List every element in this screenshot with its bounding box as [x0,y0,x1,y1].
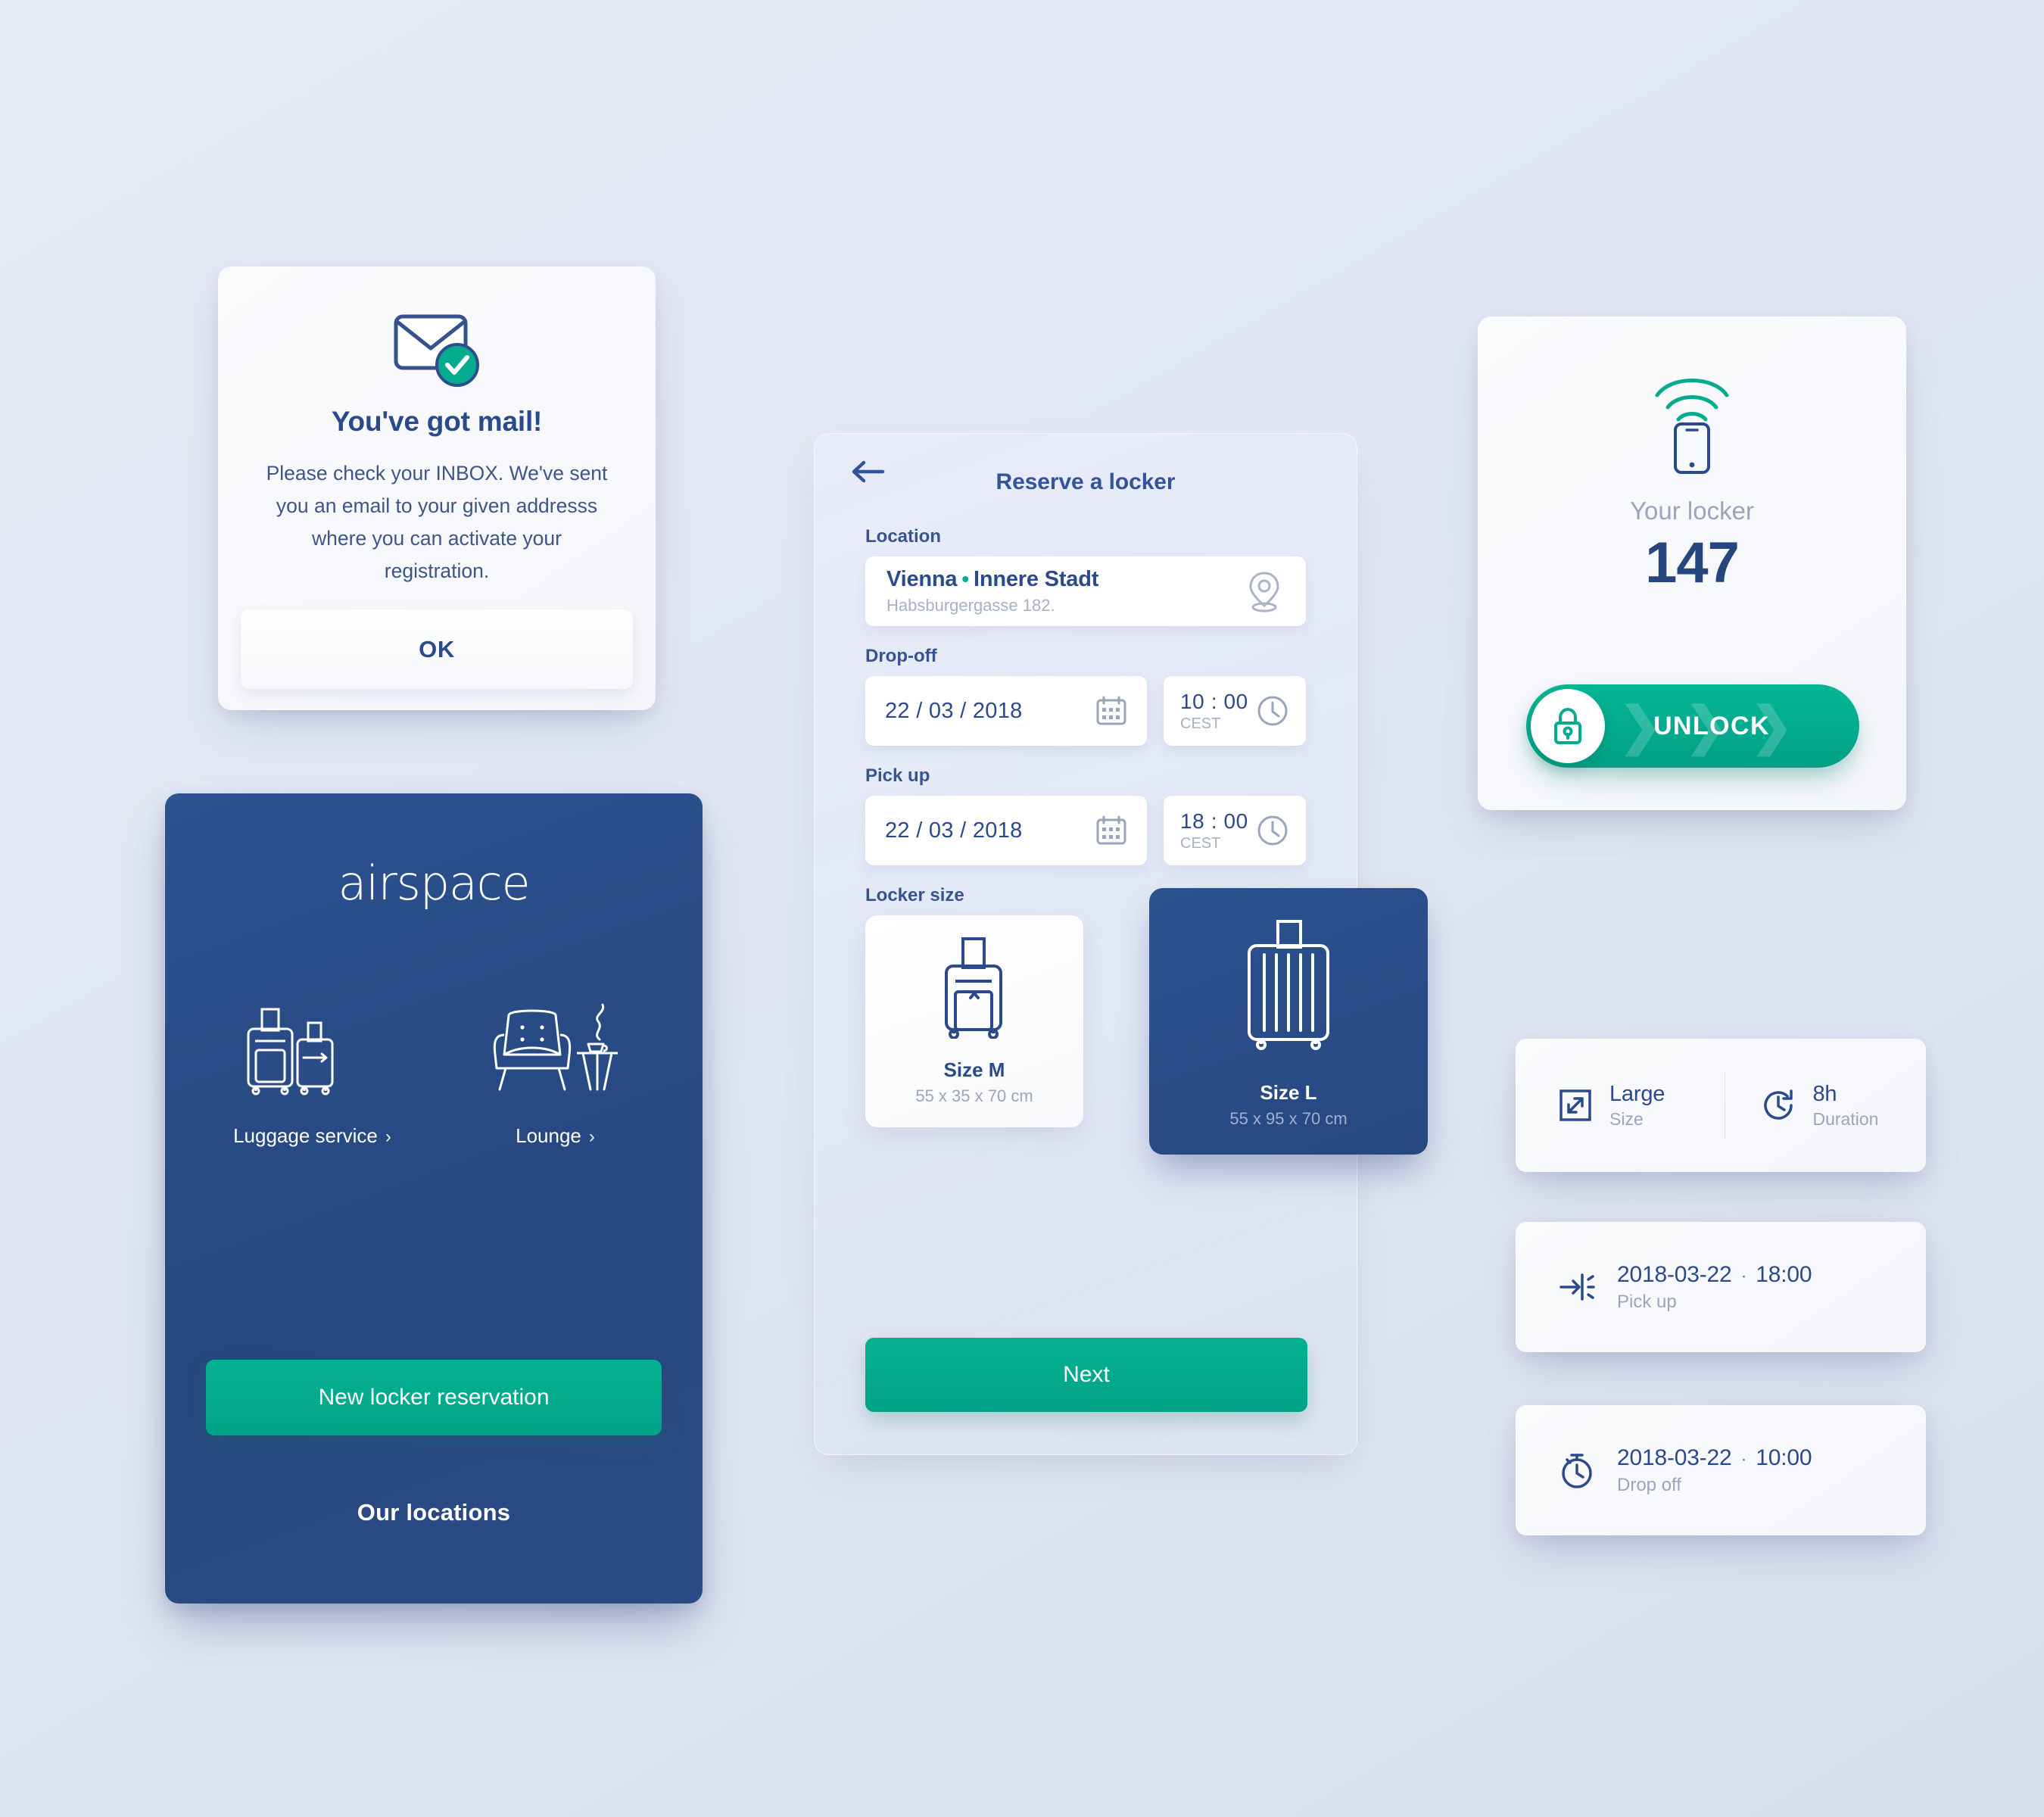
location-group: Location Vienna • Innere Stadt Habsburgerg… [815,526,1357,626]
your-locker-card: Your locker 147 ❯ ❯ ❯ UNLOCK [1478,316,1906,810]
dialog-title: You've got mail! [331,406,543,437]
summary-size-value: Large [1609,1081,1665,1106]
dropoff-time-value: 10 : 00 [1180,689,1248,713]
dropoff-time-input[interactable]: 10 : 00 CEST [1164,676,1306,746]
service-item-lounge[interactable]: Lounge › [461,979,650,1148]
map-pin-icon[interactable] [1244,569,1285,613]
chevron-right-icon: › [588,1127,595,1147]
locker-size-option-m[interactable]: Size M 55 x 35 x 70 cm [865,915,1083,1127]
summary-size: Large Size [1516,1082,1725,1130]
airspace-home-card: airspace Luggage service › Lounge › New … [165,793,703,1604]
airspace-logo: airspace [338,856,531,911]
summary-dropoff-card: 2018-03-22 · 10:00 Drop off [1516,1405,1926,1535]
clock-icon[interactable] [1256,694,1289,728]
new-locker-reservation-button[interactable]: New locker reservation [206,1360,662,1435]
pickup-timezone: CEST [1180,834,1221,852]
summary-duration-value: 8h [1812,1081,1837,1106]
luggage-icon [218,979,407,1099]
lounge-chair-icon [461,979,650,1099]
location-label: Location [865,526,941,547]
unlock-knob[interactable] [1531,689,1605,763]
location-name: Vienna • Innere Stadt [886,567,1099,591]
pickup-time-input[interactable]: 18 : 00 CEST [1164,796,1306,865]
pickup-label: Pick up [865,765,930,786]
dropoff-date-input[interactable]: 22 / 03 / 2018 [865,676,1147,746]
arrow-to-line-icon [1558,1269,1596,1305]
service-item-luggage[interactable]: Luggage service › [218,979,407,1148]
panel-header: Reserve a locker [815,434,1357,506]
locker-size-name-l: Size L [1260,1081,1317,1104]
calendar-icon[interactable] [1095,815,1127,846]
reserve-locker-panel: Reserve a locker Location Vienna • Innere … [814,433,1428,1455]
phone-wifi-icon [1478,360,1906,482]
our-locations-link[interactable]: Our locations [165,1499,703,1526]
locker-size-option-l[interactable]: Size L 55 x 95 x 70 cm [1149,888,1428,1155]
summary-pickup-card: 2018-03-22 · 18:00 Pick up [1516,1222,1926,1352]
stopwatch-icon [1558,1451,1596,1490]
service-label-lounge: Lounge › [516,1124,595,1147]
locker-size-dims-m: 55 x 35 x 70 cm [915,1086,1033,1105]
dialog-body-text: Please check your INBOX. We've sent you … [266,462,608,582]
locker-size-dims-l: 55 x 95 x 70 cm [1229,1109,1348,1128]
locker-size-name-m: Size M [943,1058,1005,1081]
clock-duration-icon [1760,1087,1796,1124]
summary-dropoff-label: Drop off [1617,1474,1681,1495]
envelope-check-icon [218,310,656,394]
dropoff-timezone: CEST [1180,715,1221,732]
value-separator: · [1740,1265,1747,1286]
service-label-luggage: Luggage service › [233,1124,391,1147]
mail-confirmation-dialog: You've got mail! Please check your INBOX… [218,266,656,710]
expand-arrows-icon [1558,1088,1593,1123]
next-button[interactable]: Next [865,1338,1307,1412]
unlock-slider[interactable]: ❯ ❯ ❯ UNLOCK [1526,684,1859,768]
pickup-date-value: 22 / 03 / 2018 [885,818,1023,843]
location-address: Habsburgergasse 182. [886,596,1055,615]
chevron-right-icon: › [385,1127,391,1147]
summary-pickup-value: 2018-03-22 · 18:00 [1617,1261,1812,1287]
pickup-time-value: 18 : 00 [1180,809,1248,833]
pickup-group: Pick up 22 / 03 / 2018 18: 00 CEST [815,765,1357,865]
suitcase-large-icon [1240,888,1337,1081]
location-separator-dot: • [961,567,969,591]
clock-icon[interactable] [1256,814,1289,847]
summary-size-label: Size [1609,1108,1644,1129]
locker-number: 147 [1645,531,1740,595]
lock-icon [1550,706,1585,746]
summary-dropoff-value: 2018-03-22 · 10:00 [1617,1445,1812,1470]
back-arrow-icon[interactable] [849,457,887,487]
pickup-date-input[interactable]: 22 / 03 / 2018 [865,796,1147,865]
calendar-icon[interactable] [1095,695,1127,727]
dropoff-label: Drop-off [865,646,937,666]
locker-size-group: Locker size Size M 55 x 35 x 70 cm Size … [815,885,1428,1155]
dropoff-date-value: 22 / 03 / 2018 [885,698,1023,723]
page-title: Reserve a locker [996,469,1176,494]
service-shortcuts: Luggage service › Lounge › [165,979,703,1148]
summary-duration: 8h Duration [1725,1082,1927,1130]
summary-size-duration-card: Large Size 8h Duration [1516,1039,1926,1172]
summary-duration-label: Duration [1812,1108,1879,1129]
dropoff-group: Drop-off 22 / 03 / 2018 10: 00 CEST [815,646,1357,746]
ok-button[interactable]: OK [241,609,633,689]
your-locker-label: Your locker [1630,497,1754,525]
value-separator: · [1740,1448,1747,1469]
summary-pickup-label: Pick up [1617,1291,1677,1312]
suitcase-medium-icon [934,915,1014,1058]
location-input[interactable]: Vienna • Innere Stadt Habsburgergasse 182. [865,556,1306,626]
